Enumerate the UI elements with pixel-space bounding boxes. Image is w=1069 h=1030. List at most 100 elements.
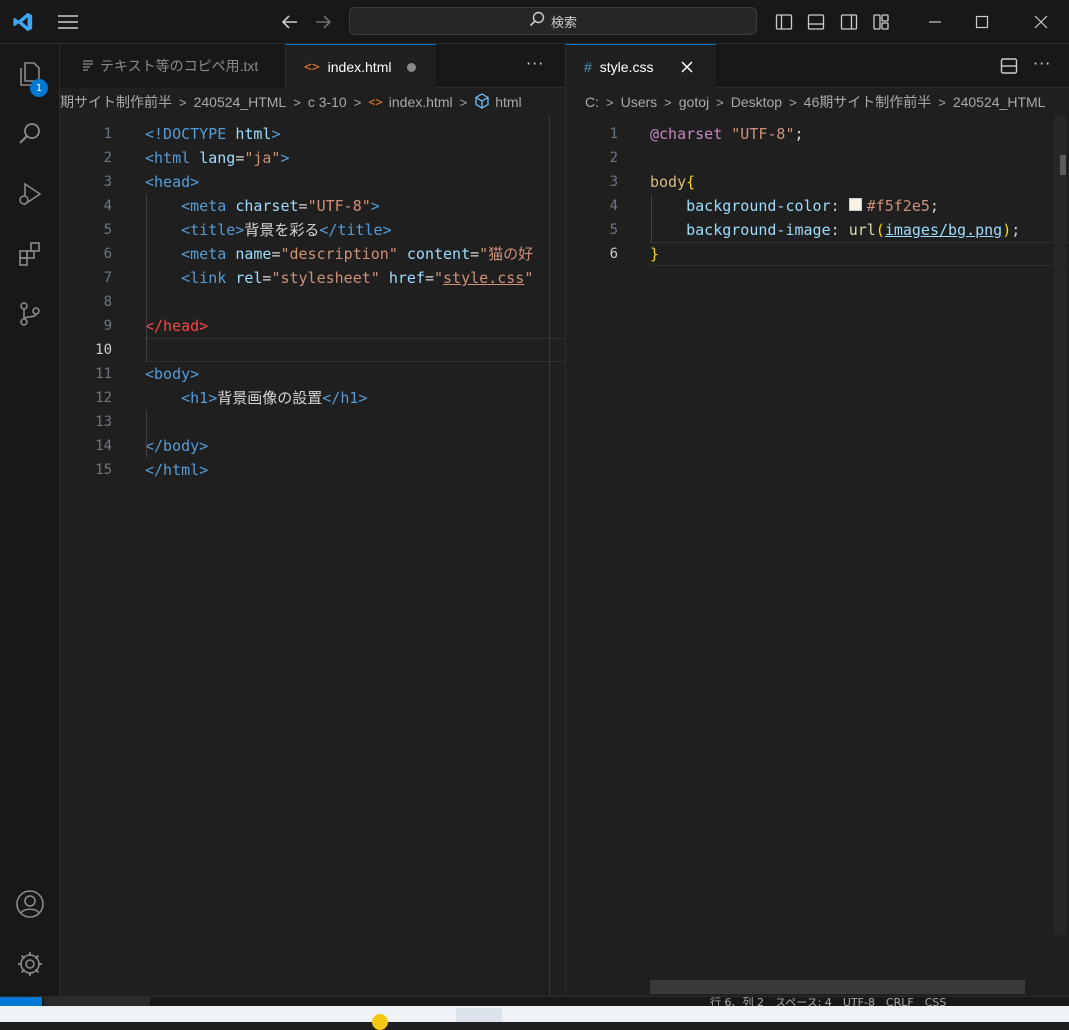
code-token: url: [848, 221, 876, 239]
code-token: background-image: [686, 221, 831, 239]
forward-arrow-icon[interactable]: [310, 9, 336, 35]
split-editor-icon[interactable]: [1000, 57, 1018, 79]
code-line[interactable]: <h1>背景画像の設置</h1>: [145, 386, 367, 410]
code-token: "stylesheet": [271, 269, 380, 287]
search-icon[interactable]: [0, 110, 60, 158]
unsaved-dot-icon[interactable]: [407, 62, 417, 72]
chevron-right-icon: >: [353, 94, 362, 110]
code-line[interactable]: <body>: [145, 362, 199, 386]
toggle-secondary-sidebar-icon[interactable]: [836, 9, 862, 35]
account-icon[interactable]: [0, 880, 60, 928]
code-editor-html[interactable]: 1 <!DOCTYPE html> 2 <html lang="ja"> 3 <head>…: [60, 115, 565, 996]
source-control-icon[interactable]: [0, 290, 60, 338]
code-token: =: [235, 149, 245, 167]
indent-guide: [146, 194, 147, 362]
chevron-right-icon: >: [664, 94, 672, 110]
maximize-icon[interactable]: [969, 9, 995, 35]
code-line[interactable]: </body>: [145, 434, 208, 458]
breadcrumb-item[interactable]: gotoj: [679, 94, 709, 110]
symbol-element-icon: [474, 92, 490, 112]
code-token: <link: [181, 269, 236, 287]
code-line[interactable]: <html lang="ja">: [145, 146, 290, 170]
extensions-icon[interactable]: [0, 230, 60, 278]
line-number: 6: [103, 246, 112, 262]
code-line[interactable]: <link rel="stylesheet" href="style.css": [145, 266, 533, 290]
breadcrumb-item[interactable]: c 3-10: [308, 94, 347, 110]
run-debug-icon[interactable]: [0, 170, 60, 218]
breadcrumb: 期サイト制作前半 > 240524_HTML > c 3-10 > <> ind…: [60, 90, 522, 114]
breadcrumb-item[interactable]: 46期サイト制作前半: [804, 92, 932, 112]
line-number: 6: [609, 246, 618, 262]
code-line[interactable]: <meta name="description" content="猫の好: [145, 242, 533, 266]
close-icon[interactable]: [1028, 9, 1054, 35]
code-token: lang: [199, 149, 236, 167]
line-number: 7: [103, 270, 112, 286]
horizontal-scrollbar[interactable]: [650, 980, 1025, 994]
customize-layout-icon[interactable]: [868, 9, 894, 35]
code-token: </html>: [145, 461, 209, 479]
scrollbar-thumb[interactable]: [1060, 155, 1066, 175]
code-editor-css[interactable]: 1 @charset "UTF-8"; 2 3 body{4 background-co…: [566, 115, 1069, 996]
code-token: content: [406, 245, 471, 263]
breadcrumb-item[interactable]: 240524_HTML: [194, 94, 287, 110]
tab-style-css[interactable]: # style.css: [566, 44, 716, 89]
code-token: <meta: [181, 197, 236, 215]
breadcrumb-item[interactable]: C:: [585, 94, 599, 110]
code-line[interactable]: background-color: #f5f2e5;: [650, 194, 939, 218]
line-number: 10: [95, 342, 112, 358]
left-editor-group: テキスト等のコピペ用.txt <> index.html ··· 期サイト制作前…: [60, 44, 565, 996]
minimize-icon[interactable]: [922, 9, 948, 35]
line-number: 12: [95, 390, 112, 406]
code-line[interactable]: }: [650, 242, 659, 266]
tab-label: index.html: [327, 59, 392, 75]
line-number: 4: [609, 198, 618, 214]
back-arrow-icon[interactable]: [277, 9, 303, 35]
code-token: <body>: [145, 365, 200, 383]
settings-gear-icon[interactable]: [0, 940, 60, 988]
code-line[interactable]: <head>: [145, 170, 199, 194]
code-line[interactable]: </head>: [145, 314, 208, 338]
breadcrumb-item[interactable]: 期サイト制作前半: [60, 92, 172, 112]
code-line[interactable]: <meta charset="UTF-8">: [145, 194, 380, 218]
code-line[interactable]: <!DOCTYPE html>: [145, 122, 280, 146]
code-line[interactable]: background-image: url(images/bg.png);: [650, 218, 1020, 242]
activity-bar: 1: [0, 44, 60, 996]
breadcrumb-item[interactable]: 240524_HTML: [953, 94, 1046, 110]
code-token: }: [650, 245, 660, 263]
code-line[interactable]: body{: [650, 170, 695, 194]
breadcrumb-item[interactable]: index.html: [389, 94, 453, 110]
line-number: 3: [103, 174, 112, 190]
color-swatch-icon[interactable]: [848, 198, 862, 211]
taskbar-app-icon[interactable]: [372, 1014, 388, 1030]
toggle-panel-icon[interactable]: [803, 9, 829, 35]
breadcrumb-item[interactable]: Desktop: [731, 94, 782, 110]
code-line[interactable]: <title>背景を彩る</title>: [145, 218, 391, 242]
toggle-primary-sidebar-icon[interactable]: [771, 9, 797, 35]
more-actions-icon[interactable]: ···: [1033, 54, 1051, 73]
code-line[interactable]: @charset "UTF-8";: [650, 122, 804, 146]
code-token: <meta: [181, 245, 236, 263]
explorer-icon[interactable]: 1: [0, 50, 60, 98]
code-token: href: [388, 269, 425, 287]
menu-icon[interactable]: [55, 9, 81, 35]
command-center-search[interactable]: 検索: [349, 7, 757, 35]
vertical-scrollbar[interactable]: [1054, 115, 1066, 935]
title-bar: 検索: [0, 0, 1069, 44]
code-token: :: [830, 221, 849, 239]
explorer-badge: 1: [30, 79, 48, 97]
more-actions-icon[interactable]: ···: [526, 54, 544, 73]
code-token: background-color: [686, 197, 831, 215]
line-number: 2: [103, 150, 112, 166]
breadcrumb-item[interactable]: Users: [621, 94, 658, 110]
taskbar-app-icon[interactable]: [456, 1008, 502, 1022]
breadcrumb-item[interactable]: html: [495, 94, 521, 110]
code-line[interactable]: </html>: [145, 458, 208, 482]
tab-index-html[interactable]: <> index.html: [286, 44, 436, 89]
code-token: 背景を彩る: [244, 221, 320, 239]
close-tab-icon[interactable]: [681, 61, 694, 73]
tab-text-file[interactable]: テキスト等のコピペ用.txt: [60, 44, 286, 88]
